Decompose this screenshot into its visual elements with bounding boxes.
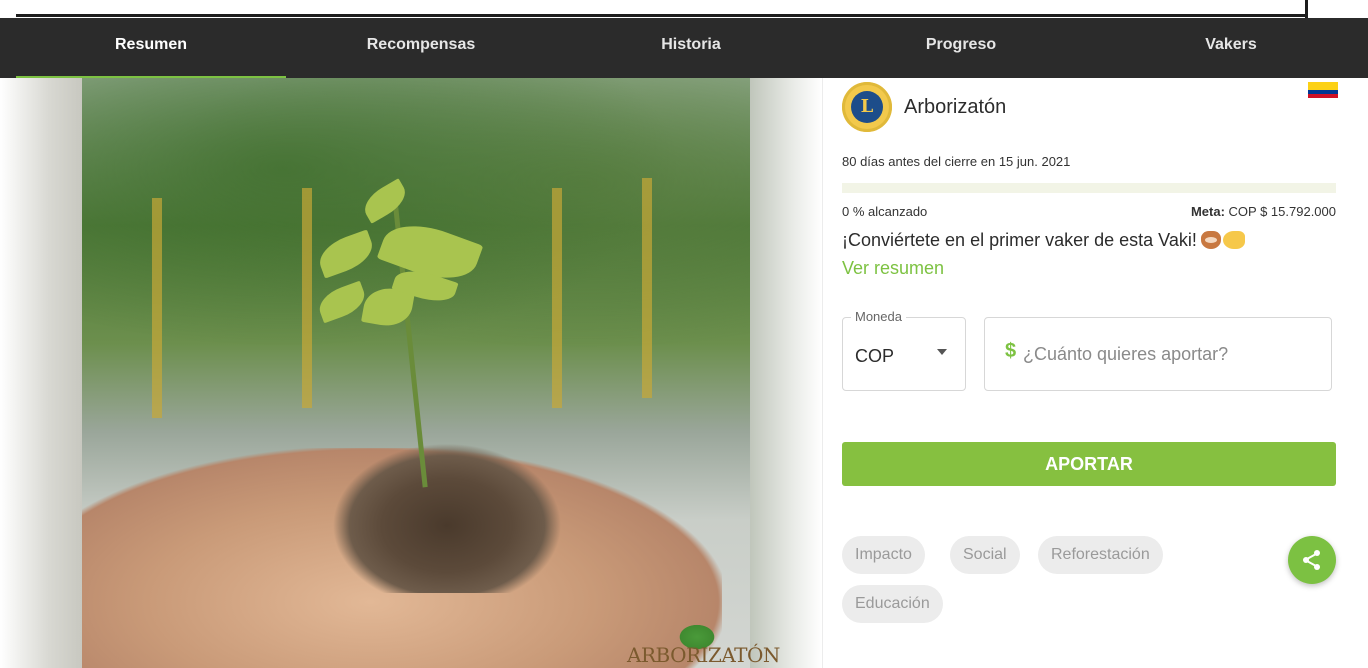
- currency-label: Moneda: [851, 309, 906, 324]
- tag-impacto[interactable]: Impacto: [842, 536, 925, 574]
- tag-social[interactable]: Social: [950, 536, 1020, 574]
- deadline-text: 80 días antes del cierre en 15 jun. 2021: [842, 154, 1071, 169]
- dollar-icon: $: [1005, 340, 1017, 362]
- tab-navbar: Resumen Recompensas Historia Progreso Va…: [0, 18, 1368, 79]
- soil: [332, 443, 562, 593]
- goal-label: Meta:: [1190, 204, 1225, 219]
- flexed-biceps-emoji-icon: [1222, 231, 1245, 249]
- first-vaker-text: ¡Conviértete en el primer vaker de esta …: [842, 230, 1197, 250]
- background-pole: [642, 178, 652, 398]
- campaign-title: Arborizatón: [904, 96, 1007, 118]
- logo-text: ARBORIZATÓN: [627, 643, 780, 667]
- arborizaton-logo: ARBORIZATÓN: [627, 623, 780, 668]
- tag-reforestacion[interactable]: Reforestación: [1038, 536, 1163, 574]
- top-divider-right: [1305, 0, 1308, 18]
- tag-educacion[interactable]: Educación: [842, 585, 943, 623]
- first-vaker-message: ¡Conviértete en el primer vaker de esta …: [842, 230, 1245, 251]
- hero-fade-right: [750, 78, 822, 668]
- colombia-flag-icon: [1308, 82, 1338, 98]
- view-summary-link[interactable]: Ver resumen: [842, 258, 944, 279]
- bull-emoji-icon: [1200, 231, 1221, 249]
- logo-letter: L: [851, 91, 883, 123]
- lions-club-logo: L: [842, 82, 892, 132]
- tab-historia[interactable]: Historia: [556, 18, 826, 76]
- tab-recompensas[interactable]: Recompensas: [286, 18, 556, 76]
- currency-select[interactable]: Moneda COP: [842, 309, 966, 391]
- goal-value: COP $ 15.792.000: [1228, 204, 1336, 219]
- tab-resumen[interactable]: Resumen: [16, 18, 286, 79]
- top-strip: [0, 0, 1368, 18]
- top-divider: [16, 14, 1308, 17]
- share-button[interactable]: [1288, 536, 1336, 584]
- amount-placeholder: ¿Cuánto quieres aportar?: [1023, 344, 1229, 364]
- background-pole: [152, 198, 162, 418]
- reached-text: 0 % alcanzado: [842, 204, 928, 219]
- background-pole: [302, 188, 312, 408]
- sidebar-divider: [822, 78, 823, 668]
- chevron-down-icon: [937, 349, 947, 355]
- currency-value: COP: [855, 346, 895, 366]
- amount-input[interactable]: $ ¿Cuánto quieres aportar?: [984, 317, 1332, 391]
- tab-vakers[interactable]: Vakers: [1096, 18, 1366, 76]
- campaign-sidebar: L Arborizatón 80 días antes del cierre e…: [822, 78, 1368, 668]
- campaign-hero-image: ARBORIZATÓN: [0, 78, 822, 668]
- share-icon: [1303, 550, 1320, 570]
- hero-photo: [82, 78, 750, 668]
- hero-fade-left: [0, 78, 82, 668]
- goal-text: Meta: COP $ 15.792.000: [1191, 204, 1336, 219]
- progress-bar: [842, 183, 1336, 193]
- tab-progreso[interactable]: Progreso: [826, 18, 1096, 76]
- background-pole: [552, 188, 562, 408]
- contribute-button[interactable]: APORTAR: [842, 442, 1336, 486]
